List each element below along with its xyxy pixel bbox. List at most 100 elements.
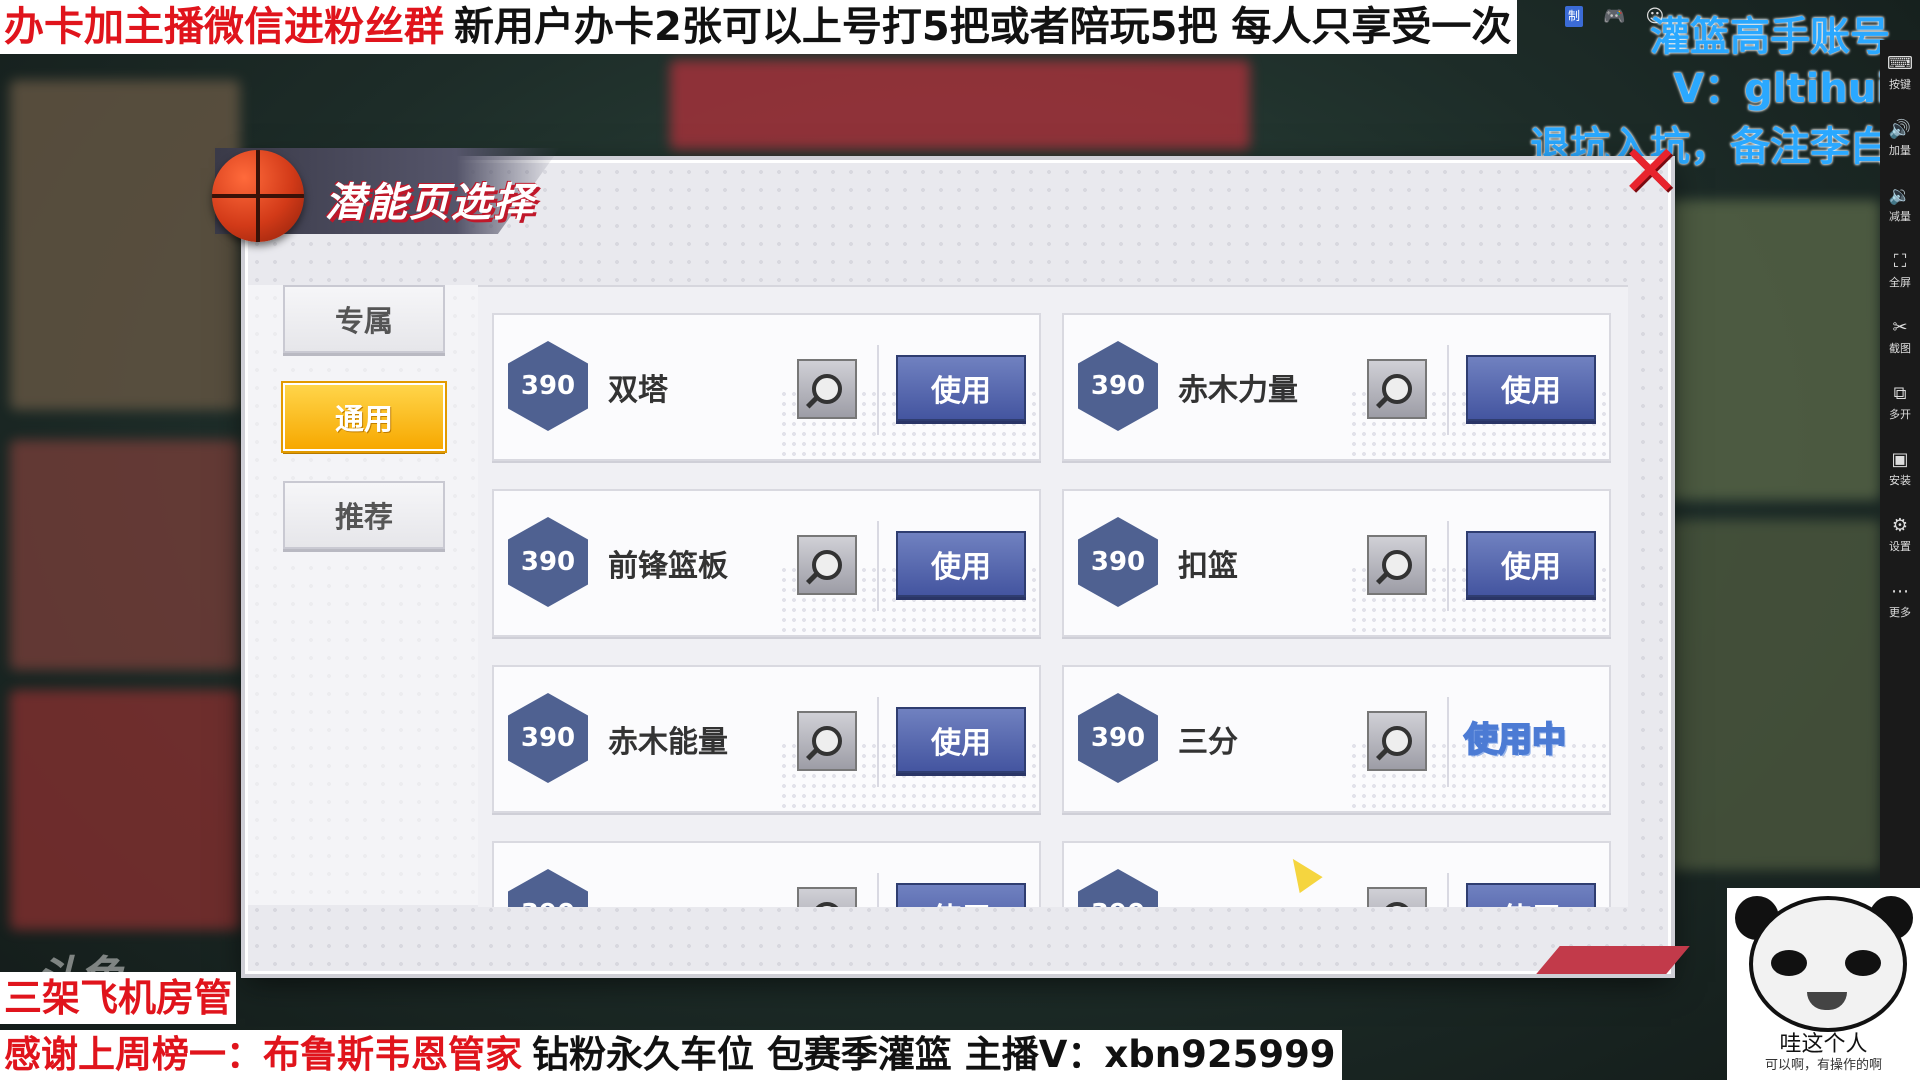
cost-badge: 390 bbox=[508, 341, 588, 431]
potential-card: 390 赤木力量 使用 bbox=[1062, 313, 1611, 461]
apk-icon: ▣ bbox=[1891, 449, 1909, 470]
potential-card: 390 三分 使用中 bbox=[1062, 665, 1611, 813]
use-button[interactable]: 使用 bbox=[1466, 355, 1596, 421]
card-name: 前锋篮板 bbox=[608, 549, 728, 584]
background-tile bbox=[10, 440, 240, 670]
volume-down-icon: 🔉 bbox=[1888, 185, 1912, 206]
cost-value: 390 bbox=[1090, 371, 1146, 401]
card-name: 赤木能量 bbox=[608, 725, 728, 760]
toolbar-label: 全屏 bbox=[1889, 276, 1911, 289]
toolbar-install[interactable]: ▣ 安装 bbox=[1889, 450, 1911, 488]
cost-value: 390 bbox=[520, 547, 576, 577]
background-tile bbox=[670, 60, 1250, 150]
toolbar-label: 设置 bbox=[1889, 540, 1911, 553]
dialog-title: 潜能页选择 bbox=[325, 180, 535, 226]
toolbar-label: 更多 bbox=[1889, 606, 1911, 619]
multi-open-icon: ⧉ bbox=[1893, 383, 1907, 404]
panda-eye-icon bbox=[1771, 950, 1807, 976]
cost-badge: 390 bbox=[508, 693, 588, 783]
panda-mouth-icon bbox=[1807, 992, 1847, 1010]
potential-card: 390 使用 bbox=[1062, 841, 1611, 907]
account-title: 灌篮高手账号 bbox=[1650, 14, 1890, 60]
magnifier-icon[interactable] bbox=[797, 711, 857, 771]
more-icon: ⋯ bbox=[1891, 581, 1909, 602]
panda-eye-icon bbox=[1845, 950, 1881, 976]
toolbar-fullscreen[interactable]: ⛶ 全屏 bbox=[1889, 252, 1911, 290]
magnifier-icon[interactable] bbox=[1367, 535, 1427, 595]
card-name: 赤木力量 bbox=[1178, 373, 1298, 408]
tab-general[interactable]: 通用 bbox=[283, 383, 445, 451]
emulator-side-toolbar: ⌨ 按键 🔊 加量 🔉 减量 ⛶ 全屏 ✂ 截图 ⧉ 多开 ▣ 安装 ⚙ 设置 ⋯ 更多 bbox=[1880, 40, 1920, 914]
toolbar-label: 减量 bbox=[1888, 210, 1911, 223]
fullscreen-icon: ⛶ bbox=[1893, 251, 1907, 272]
top-banner: 办卡加主播微信进粉丝群 新用户办卡2张可以上号打5把或者陪玩5把 每人只享受一次 bbox=[0, 0, 1518, 54]
magnifier-icon[interactable] bbox=[797, 887, 857, 907]
magnifier-icon[interactable] bbox=[797, 535, 857, 595]
use-button[interactable]: 使用 bbox=[1466, 883, 1596, 907]
in-use-label: 使用中 bbox=[1463, 719, 1567, 761]
toolbar-label: 加量 bbox=[1888, 144, 1911, 157]
potential-card: 390 前锋篮板 使用 bbox=[492, 489, 1041, 637]
magnifier-icon[interactable] bbox=[1367, 711, 1427, 771]
gamepad-icon[interactable]: 🎮 bbox=[1603, 6, 1625, 27]
settings-icon: ⚙ bbox=[1891, 515, 1909, 536]
toolbar-more[interactable]: ⋯ 更多 bbox=[1889, 582, 1911, 620]
cost-badge: 390 bbox=[1078, 517, 1158, 607]
category-tabs: 专属 通用 推荐 bbox=[283, 285, 445, 579]
card-name: 扣篮 bbox=[1178, 549, 1238, 584]
toolbar-label: 截图 bbox=[1889, 342, 1911, 355]
tab-recommended[interactable]: 推荐 bbox=[283, 481, 445, 549]
potential-card: 390 双塔 使用 bbox=[492, 313, 1041, 461]
background-tile bbox=[1670, 520, 1880, 870]
cost-value: 390 bbox=[520, 723, 576, 753]
cost-value: 390 bbox=[1090, 723, 1146, 753]
close-icon[interactable]: ✕ bbox=[1620, 135, 1680, 207]
magnifier-icon[interactable] bbox=[1367, 359, 1427, 419]
bottom-line-2-red: 感谢上周榜一：布鲁斯韦恩管家 bbox=[0, 1030, 526, 1080]
toolbar-label: 多开 bbox=[1889, 408, 1911, 421]
background-tile bbox=[1670, 200, 1880, 500]
cost-badge: 390 bbox=[1078, 341, 1158, 431]
toolbar-settings[interactable]: ⚙ 设置 bbox=[1889, 516, 1911, 554]
background-tile bbox=[10, 690, 240, 930]
use-button[interactable]: 使用 bbox=[896, 531, 1026, 597]
potential-card: 390 使用 bbox=[492, 841, 1041, 907]
cost-badge: 390 bbox=[1078, 869, 1158, 907]
use-button[interactable]: 使用 bbox=[896, 883, 1026, 907]
cost-badge: 390 bbox=[508, 517, 588, 607]
volume-up-icon: 🔊 bbox=[1888, 119, 1912, 140]
card-name: 三分 bbox=[1178, 725, 1238, 760]
toolbar-keyboard[interactable]: ⌨ 按键 bbox=[1887, 54, 1913, 92]
background-tile bbox=[10, 80, 240, 410]
use-button[interactable]: 使用 bbox=[1466, 531, 1596, 597]
cost-value: 390 bbox=[520, 371, 576, 401]
record-tag[interactable]: 制 bbox=[1565, 6, 1584, 27]
use-button[interactable]: 使用 bbox=[896, 707, 1026, 773]
scissors-icon: ✂ bbox=[1892, 317, 1908, 338]
use-button[interactable]: 使用 bbox=[896, 355, 1026, 421]
cost-badge: 390 bbox=[1078, 693, 1158, 783]
potential-card-grid[interactable]: 390 双塔 使用 390 赤木力量 使用 390 前锋篮板 使用 390 扣篮… bbox=[478, 285, 1628, 907]
toolbar-volume-up[interactable]: 🔊 加量 bbox=[1889, 120, 1911, 158]
top-banner-red-text: 办卡加主播微信进粉丝群 bbox=[0, 0, 448, 54]
toolbar-screenshot[interactable]: ✂ 截图 bbox=[1889, 318, 1911, 356]
toolbar-volume-down[interactable]: 🔉 减量 bbox=[1889, 186, 1911, 224]
basketball-icon bbox=[212, 150, 304, 242]
cost-value: 390 bbox=[521, 899, 575, 907]
panda-face-icon bbox=[1749, 896, 1907, 1032]
magnifier-icon[interactable] bbox=[1367, 887, 1427, 907]
bottom-line-2: 感谢上周榜一：布鲁斯韦恩管家 钻粉永久车位 包赛季灌篮 主播V：xbn92599… bbox=[0, 1030, 1342, 1080]
cost-value: 390 bbox=[1090, 547, 1146, 577]
card-name: 双塔 bbox=[608, 373, 668, 408]
account-wechat: V：gltihui bbox=[1673, 66, 1890, 112]
bottom-line-2-black: 钻粉永久车位 包赛季灌篮 主播V：xbn925999 bbox=[526, 1030, 1342, 1080]
tab-exclusive[interactable]: 专属 bbox=[283, 285, 445, 353]
cost-value: 390 bbox=[1091, 899, 1145, 907]
keyboard-icon: ⌨ bbox=[1887, 53, 1913, 74]
toolbar-multi-open[interactable]: ⧉ 多开 bbox=[1889, 384, 1911, 422]
toolbar-label: 安装 bbox=[1889, 474, 1911, 487]
cost-badge: 390 bbox=[508, 869, 588, 907]
magnifier-icon[interactable] bbox=[797, 359, 857, 419]
potential-card: 390 扣篮 使用 bbox=[1062, 489, 1611, 637]
potential-card: 390 赤木能量 使用 bbox=[492, 665, 1041, 813]
